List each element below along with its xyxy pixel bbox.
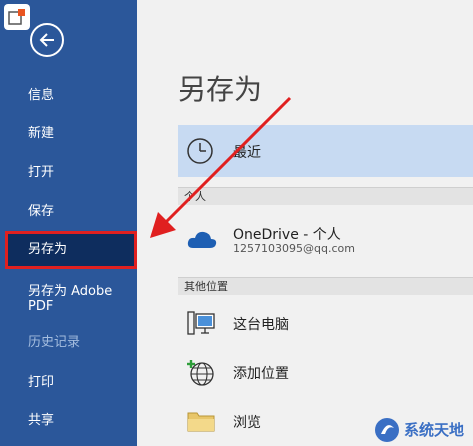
nav-save[interactable]: 保存 <box>0 195 137 229</box>
recent-label: 最近 <box>233 145 261 161</box>
arrow-left-icon <box>39 33 54 47</box>
back-button[interactable] <box>30 23 64 57</box>
nav-history: 历史记录 <box>28 335 81 350</box>
nav-open[interactable]: 打开 <box>0 156 137 190</box>
add-place-label: 添加位置 <box>233 366 289 382</box>
nav-share[interactable]: 共享 <box>0 404 137 438</box>
nav-new[interactable]: 新建 <box>0 117 137 151</box>
clock-icon <box>187 138 213 164</box>
this-pc-label: 这台电脑 <box>233 317 289 333</box>
computer-icon <box>187 311 215 335</box>
watermark-logo-icon <box>375 418 399 442</box>
onedrive-location[interactable]: OneDrive - 个人 1257103095@qq.com <box>178 218 473 262</box>
page-title: 另存为 <box>178 73 263 106</box>
globe-add-icon <box>187 360 214 386</box>
nav-print[interactable]: 打印 <box>0 366 137 400</box>
nav-info[interactable]: 信息 <box>0 79 137 113</box>
section-header-other-locations: 其他位置 <box>178 277 473 295</box>
this-pc-location[interactable]: 这台电脑 <box>178 301 473 345</box>
cloud-icon <box>187 231 217 248</box>
backstage-sidebar: 信息 新建 打开 保存 另存为 另存为 Adobe PDF 历史记录 打印 共享 <box>0 0 137 446</box>
add-place-location[interactable]: 添加位置 <box>178 350 473 394</box>
watermark-text: 系统天地 <box>404 421 465 439</box>
section-header-personal: 个人 <box>178 187 473 205</box>
recent-location[interactable]: 最近 <box>178 125 473 177</box>
nav-save-as[interactable]: 另存为 <box>0 233 137 267</box>
folder-icon <box>187 412 215 432</box>
onedrive-name: OneDrive - 个人 <box>233 227 341 243</box>
nav-save-as-adobe-pdf[interactable]: 另存为 Adobe PDF <box>0 282 137 318</box>
app-badge-icon <box>4 4 30 30</box>
onedrive-account: 1257103095@qq.com <box>233 242 355 255</box>
browse-label: 浏览 <box>233 415 261 431</box>
watermark: 系统天地 <box>372 413 473 446</box>
